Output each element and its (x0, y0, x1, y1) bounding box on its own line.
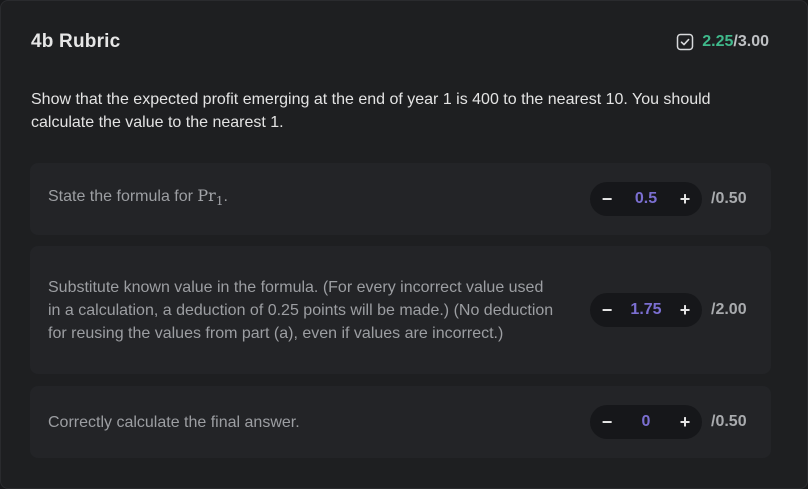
max-points: /2.00 (711, 301, 747, 318)
increment-button[interactable]: + (678, 190, 692, 208)
score-value[interactable]: 0 (642, 413, 651, 431)
score-stepper: − 0 + (590, 405, 702, 439)
rubric-item: Correctly calculate the final answer. − … (30, 386, 771, 458)
rubric-header: 4b Rubric 2.25/3.00 (31, 29, 769, 55)
score-controls: − 0 + /0.50 (590, 405, 753, 439)
max-points: /0.50 (711, 190, 747, 207)
checkbox-checked-icon (676, 33, 694, 51)
rubric-title: 4b Rubric (31, 31, 121, 52)
rubric-card: 4b Rubric 2.25/3.00 Show that the expect… (0, 0, 808, 489)
score-stepper: − 1.75 + (590, 293, 702, 327)
rubric-item-text: State the formula for Pr1. (48, 186, 228, 209)
rubric-item: State the formula for Pr1. − 0.5 + /0.50 (30, 163, 771, 235)
score-earned: 2.25 (702, 33, 734, 50)
score-controls: − 0.5 + /0.50 (590, 182, 753, 216)
score-value[interactable]: 1.75 (630, 301, 661, 319)
rubric-item-text: Correctly calculate the final answer. (48, 413, 300, 431)
decrement-button[interactable]: − (600, 301, 614, 319)
max-points: /0.50 (711, 413, 747, 430)
formula-symbol: Pr1 (197, 186, 224, 209)
increment-button[interactable]: + (678, 413, 692, 431)
rubric-item: Substitute known value in the formula. (… (30, 246, 771, 374)
score-value[interactable]: 0.5 (635, 190, 657, 208)
score-controls: − 1.75 + /2.00 (590, 293, 753, 327)
decrement-button[interactable]: − (600, 190, 614, 208)
total-score: 2.25/3.00 (676, 33, 769, 51)
question-text: Show that the expected profit emerging a… (31, 91, 711, 131)
increment-button[interactable]: + (678, 301, 692, 319)
score-stepper: − 0.5 + (590, 182, 702, 216)
decrement-button[interactable]: − (600, 413, 614, 431)
rubric-item-text: Substitute known value in the formula. (… (48, 278, 554, 342)
score-max: /3.00 (733, 33, 769, 50)
